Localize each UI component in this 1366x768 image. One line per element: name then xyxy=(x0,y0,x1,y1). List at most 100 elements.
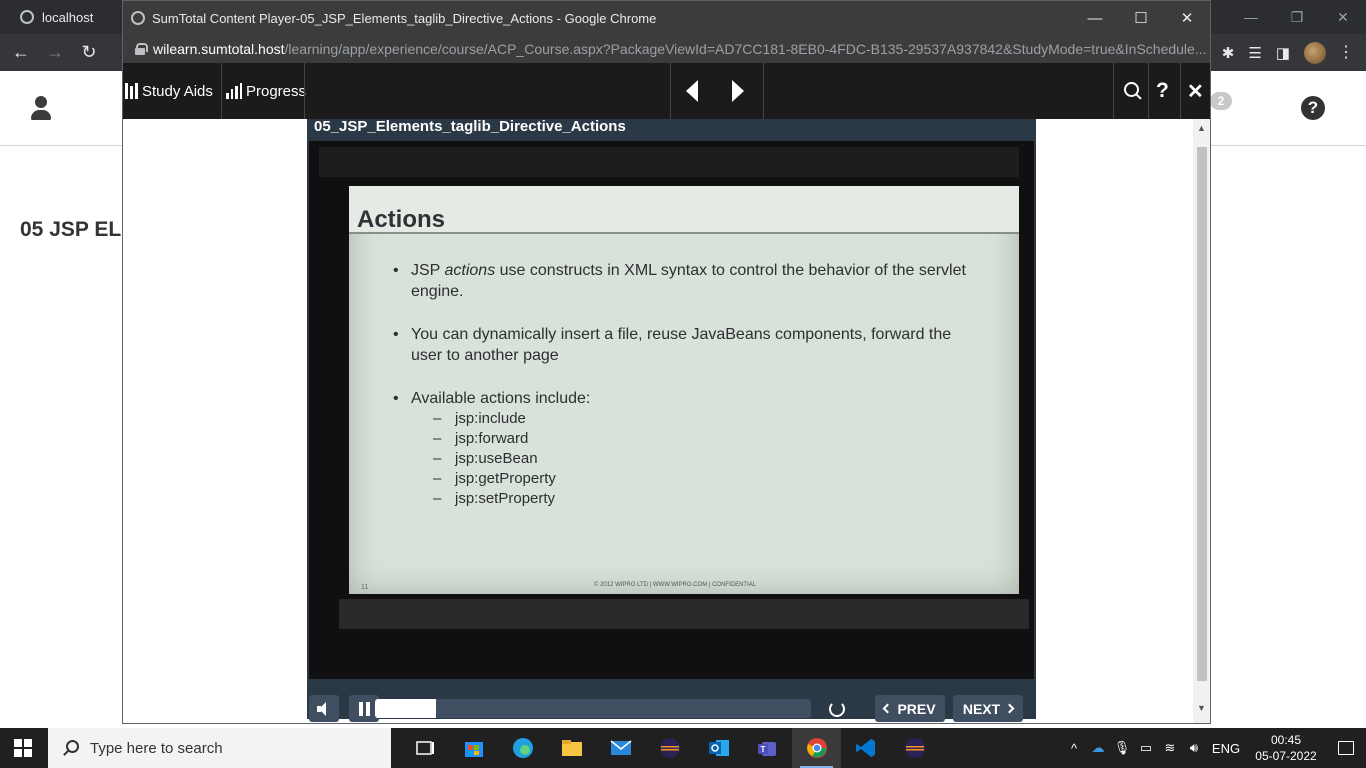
browser-menu-icon[interactable]: ⋮ xyxy=(1338,42,1354,62)
outlook-icon[interactable] xyxy=(694,728,743,768)
background-help-icon[interactable]: ? xyxy=(1301,96,1325,120)
next-slide-button[interactable] xyxy=(732,63,744,119)
slide-body: JSP actions use constructs in XML syntax… xyxy=(393,260,983,509)
slide-number: 11 xyxy=(361,584,369,591)
video-controls: PREV NEXT xyxy=(297,691,1037,723)
progress-label: Progress xyxy=(246,82,307,100)
microsoft-store-icon[interactable] xyxy=(449,728,498,768)
arrow-left-icon xyxy=(686,80,698,102)
chevron-left-icon xyxy=(882,703,893,714)
study-aids-button[interactable]: Study Aids xyxy=(125,63,213,119)
slide-bullet: Available actions include: jsp:include j… xyxy=(393,388,983,509)
player-content: 05_JSP_Elements_taglib_Directive_Actions… xyxy=(123,118,1193,723)
video-panel: 05_JSP_Elements_taglib_Directive_Actions… xyxy=(307,118,1036,722)
mail-icon[interactable] xyxy=(596,728,645,768)
progress-button[interactable]: Progress xyxy=(226,63,306,119)
restore-icon[interactable]: ❐ xyxy=(1274,0,1320,34)
arrow-right-icon xyxy=(732,80,744,102)
popup-window-title: SumTotal Content Player-05_JSP_Elements_… xyxy=(152,10,657,26)
study-aids-label: Study Aids xyxy=(142,82,213,100)
pause-icon xyxy=(358,701,370,716)
scroll-up-icon[interactable]: ▲ xyxy=(1193,123,1210,133)
reload-icon[interactable]: ↻ xyxy=(78,42,100,63)
profile-avatar[interactable] xyxy=(1304,42,1326,64)
popup-title-bar: SumTotal Content Player-05_JSP_Elements_… xyxy=(123,1,1210,35)
clock-date: 05-07-2022 xyxy=(1255,749,1317,763)
chevron-up-icon[interactable]: ^ xyxy=(1062,741,1086,756)
search-icon xyxy=(1124,82,1142,100)
popup-address-bar[interactable]: wilearn.sumtotal.host/learning/app/exper… xyxy=(123,35,1210,63)
close-icon[interactable]: ✕ xyxy=(1164,1,1210,35)
wifi-icon[interactable]: ≋ xyxy=(1158,740,1182,756)
progress-bars-icon xyxy=(226,83,242,99)
eclipse-ide-icon[interactable] xyxy=(645,728,694,768)
globe-icon xyxy=(20,10,34,24)
file-explorer-icon[interactable] xyxy=(547,728,596,768)
forward-arrow-icon[interactable]: → xyxy=(44,42,66,63)
teams-icon[interactable]: T xyxy=(743,728,792,768)
player-toolbar: Study Aids Progress ? ✕ xyxy=(123,63,1210,119)
onedrive-cloud-icon[interactable]: ☁ xyxy=(1086,740,1110,756)
media-queue-icon[interactable]: ☰ xyxy=(1248,44,1261,62)
mute-button[interactable] xyxy=(309,695,339,722)
clock[interactable]: 00:45 05-07-2022 xyxy=(1246,732,1326,764)
taskbar-search-box[interactable]: Type here to search xyxy=(48,728,391,768)
scrollbar-thumb[interactable] xyxy=(1197,147,1207,681)
study-aids-icon xyxy=(125,83,138,99)
clock-time: 00:45 xyxy=(1270,733,1302,747)
replay-icon xyxy=(829,700,845,717)
notification-badge[interactable]: 2 xyxy=(1210,92,1232,110)
lecture-slide: Actions JSP actions use constructs in XM… xyxy=(349,186,1019,594)
task-view-icon[interactable] xyxy=(400,728,449,768)
url-host: wilearn.sumtotal.host xyxy=(153,41,285,57)
svg-text:T: T xyxy=(760,745,765,754)
close-icon: ✕ xyxy=(1187,80,1204,103)
eclipse-ide-icon[interactable] xyxy=(890,728,939,768)
action-item: jsp:useBean xyxy=(433,449,983,469)
language-indicator[interactable]: ENG xyxy=(1206,741,1246,756)
chrome-icon[interactable] xyxy=(792,728,841,768)
slide-bullet: You can dynamically insert a file, reuse… xyxy=(393,324,983,366)
edge-browser-icon[interactable] xyxy=(498,728,547,768)
maximize-icon[interactable]: ☐ xyxy=(1118,1,1164,35)
next-button[interactable]: NEXT xyxy=(953,695,1023,722)
search-icon xyxy=(62,740,79,756)
background-tab-title: localhost xyxy=(42,9,94,25)
battery-icon[interactable]: ▭ xyxy=(1134,740,1158,756)
globe-icon xyxy=(131,11,145,25)
back-arrow-icon[interactable]: ← xyxy=(10,42,32,63)
previous-slide-button[interactable] xyxy=(686,63,698,119)
minimize-icon[interactable]: — xyxy=(1072,1,1118,35)
background-page-heading: 05 JSP ELE xyxy=(20,218,136,241)
volume-icon[interactable]: 🔊︎ xyxy=(1182,740,1206,756)
replay-button[interactable] xyxy=(819,695,855,722)
playback-progress-fill xyxy=(375,699,437,718)
playback-progress-bar[interactable] xyxy=(375,699,811,718)
help-button[interactable]: ? xyxy=(1156,63,1169,119)
video-frame[interactable]: Actions JSP actions use constructs in XM… xyxy=(309,141,1034,679)
prev-button[interactable]: PREV xyxy=(875,695,945,722)
microphone-icon[interactable]: 🎙︎ xyxy=(1110,740,1134,756)
chevron-right-icon xyxy=(1004,703,1015,714)
video-title: 05_JSP_Elements_taglib_Directive_Actions xyxy=(314,118,626,135)
close-icon[interactable]: ✕ xyxy=(1320,0,1366,34)
action-item: jsp:getProperty xyxy=(433,469,983,489)
scroll-down-icon[interactable]: ▼ xyxy=(1193,703,1210,713)
windows-start-icon[interactable] xyxy=(14,739,32,757)
vscode-icon[interactable] xyxy=(841,728,890,768)
action-item: jsp:include xyxy=(433,409,983,429)
content-player-window: SumTotal Content Player-05_JSP_Elements_… xyxy=(122,0,1211,724)
slide-bullet: JSP actions use constructs in XML syntax… xyxy=(393,260,983,302)
close-player-button[interactable]: ✕ xyxy=(1187,63,1204,119)
search-button[interactable] xyxy=(1124,63,1142,119)
extensions-puzzle-icon[interactable]: ✱ xyxy=(1222,44,1235,62)
user-icon[interactable] xyxy=(30,96,52,120)
minimize-icon[interactable]: — xyxy=(1228,0,1274,34)
side-panel-icon[interactable]: ◨ xyxy=(1276,44,1290,62)
notifications-icon[interactable] xyxy=(1326,741,1366,755)
lock-icon xyxy=(135,43,148,55)
action-item: jsp:forward xyxy=(433,429,983,449)
scrollbar[interactable]: ▲ ▼ xyxy=(1193,119,1210,723)
speaker-icon xyxy=(317,701,331,716)
background-tab[interactable]: localhost xyxy=(8,4,123,30)
